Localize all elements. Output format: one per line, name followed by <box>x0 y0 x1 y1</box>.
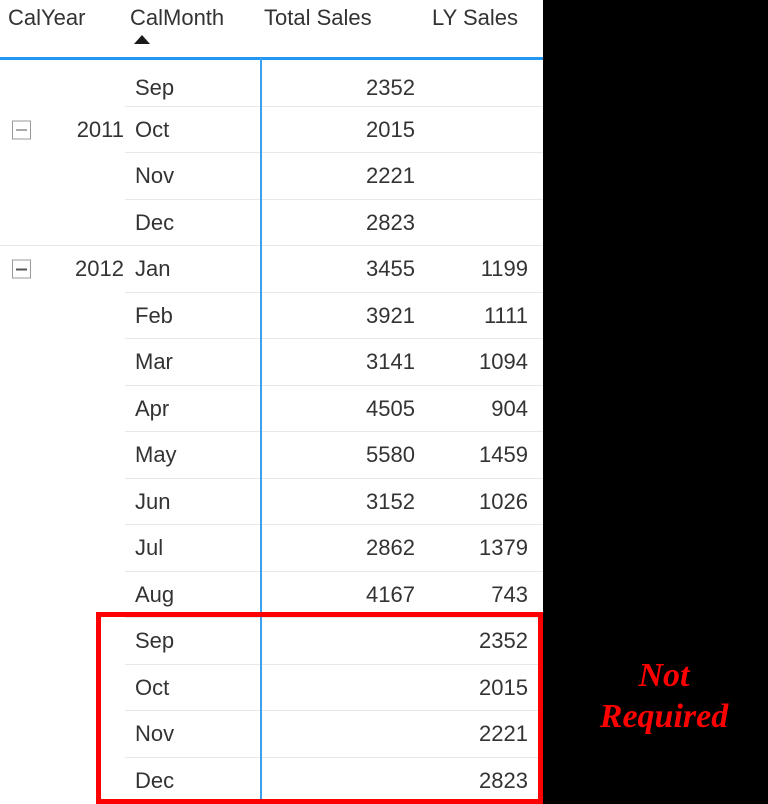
cell-total-sales: 2823 <box>366 209 415 235</box>
cell-calmonth: Mar <box>135 349 173 375</box>
table-row[interactable]: Mar 3141 1094 <box>0 339 543 386</box>
cell-calmonth: Aug <box>135 581 175 607</box>
cell-calmonth: Oct <box>135 116 170 142</box>
cell-calmonth: Feb <box>135 302 173 328</box>
cell-total-sales: 3152 <box>366 488 415 514</box>
cell-total-sales: 3921 <box>366 302 415 328</box>
sort-ascending-triangle-icon[interactable] <box>134 35 150 44</box>
cell-total-sales: 2352 <box>366 74 415 100</box>
table-row[interactable]: Sep 2352 <box>0 618 543 665</box>
cell-ly-sales: 2015 <box>479 674 528 700</box>
not-required-annotation: Not Required <box>599 657 729 736</box>
table-row[interactable]: Oct 2015 <box>0 665 543 711</box>
table-row[interactable]: May 5580 1459 <box>0 432 543 479</box>
table-row[interactable]: Aug 4167 743 <box>0 572 543 618</box>
cell-calmonth: Jan <box>135 256 171 282</box>
table-row[interactable]: Feb 3921 1111 <box>0 293 543 339</box>
cell-ly-sales: 2221 <box>479 721 528 747</box>
cell-calmonth: Nov <box>135 163 175 189</box>
cell-calmonth: Apr <box>135 395 170 421</box>
cell-ly-sales: 743 <box>491 581 528 607</box>
cell-ly-sales: 1026 <box>479 488 528 514</box>
cell-ly-sales: 1094 <box>479 349 528 375</box>
table-row[interactable]: Jun 3152 1026 <box>0 479 543 525</box>
cell-ly-sales: 1111 <box>483 302 528 328</box>
collapse-minus-icon[interactable] <box>12 259 31 279</box>
column-header-ly-sales[interactable]: LY Sales <box>432 5 518 31</box>
not-required-highlight-box-right-edge <box>538 612 543 804</box>
cell-ly-sales: 1199 <box>480 256 528 282</box>
table-row[interactable]: Dec 2823 <box>0 200 543 246</box>
cell-total-sales: 4505 <box>366 395 415 421</box>
cell-ly-sales: 904 <box>491 395 528 421</box>
table-row[interactable]: 2012 Jan 3455 1199 <box>0 246 543 293</box>
column-header-calyear[interactable]: CalYear <box>8 5 85 31</box>
cell-calmonth: Sep <box>135 628 175 654</box>
cell-calyear: 2011 <box>76 116 124 142</box>
table-row[interactable]: Sep 2352 <box>0 60 543 107</box>
cell-calyear: 2012 <box>75 256 124 282</box>
table-row[interactable]: 2011 Oct 2015 <box>0 107 543 153</box>
matrix-visual: CalYear CalMonth Total Sales LY Sales Se… <box>0 0 543 804</box>
cell-ly-sales: 2823 <box>479 767 528 793</box>
table-row[interactable]: Jul 2862 1379 <box>0 525 543 572</box>
cell-calmonth: Jun <box>135 488 171 514</box>
cell-total-sales: 2862 <box>366 535 415 561</box>
cell-calmonth: Dec <box>135 209 175 235</box>
cell-calmonth: Dec <box>135 767 175 793</box>
cell-total-sales: 2015 <box>366 116 415 142</box>
column-divider <box>260 58 262 804</box>
cell-total-sales: 2221 <box>366 163 415 189</box>
cell-ly-sales: 1459 <box>479 442 528 468</box>
cell-total-sales: 3455 <box>366 256 415 282</box>
table-row[interactable]: Nov 2221 <box>0 711 543 758</box>
table-row[interactable]: Nov 2221 <box>0 153 543 200</box>
column-header-calmonth[interactable]: CalMonth <box>130 5 224 31</box>
cell-total-sales: 3141 <box>366 349 415 375</box>
table-header-row: CalYear CalMonth Total Sales LY Sales <box>0 0 543 58</box>
cell-calmonth: May <box>135 442 177 468</box>
cell-calmonth: Oct <box>135 674 170 700</box>
cell-calmonth: Nov <box>135 721 175 747</box>
cell-total-sales: 5580 <box>366 442 415 468</box>
column-header-total-sales[interactable]: Total Sales <box>264 5 372 31</box>
cell-ly-sales: 1379 <box>479 535 528 561</box>
cell-calmonth: Jul <box>135 535 164 561</box>
cell-ly-sales: 2352 <box>479 628 528 654</box>
collapse-minus-icon[interactable] <box>12 120 31 140</box>
cell-total-sales: 4167 <box>366 581 415 607</box>
table-body: Sep 2352 2011 Oct 2015 Nov 2221 Dec 2823 2012 Jan 3… <box>0 60 543 804</box>
table-row[interactable]: Dec 2823 <box>0 758 543 804</box>
cell-calmonth: Sep <box>135 74 175 100</box>
table-row[interactable]: Apr 4505 904 <box>0 386 543 432</box>
